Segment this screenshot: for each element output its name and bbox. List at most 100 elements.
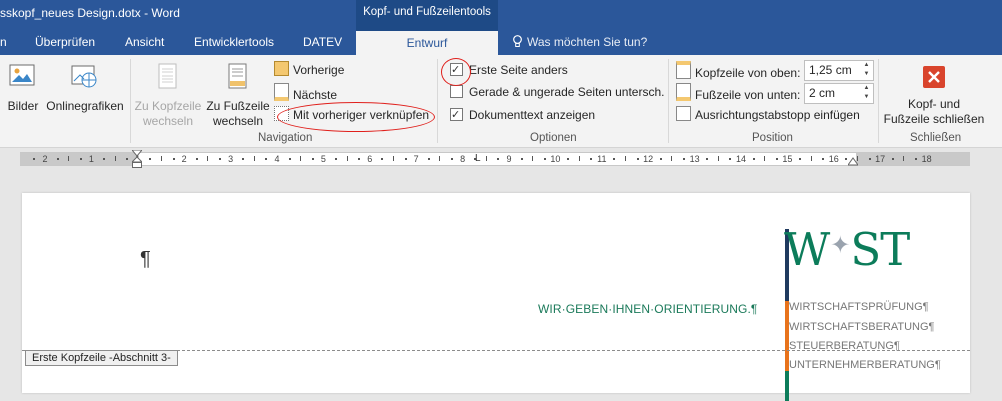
ruler-number: 15 <box>782 154 793 164</box>
ruler-tick <box>161 156 162 161</box>
checkbox-checked[interactable] <box>450 106 463 124</box>
next-section-icon <box>274 83 289 101</box>
header-from-top-spinner[interactable]: 1,25 cm ▲ ▼ <box>804 60 874 81</box>
ruler-left-margin <box>20 153 137 165</box>
company-logo: W✦ST <box>784 221 910 276</box>
next-button[interactable]: Nächste <box>274 83 337 102</box>
ruler-tick <box>636 158 639 160</box>
ruler-tick <box>543 158 546 160</box>
ruler-number: 9 <box>506 154 512 164</box>
ruler-tick <box>659 158 662 160</box>
header-from-top-value[interactable]: 1,25 cm <box>809 63 852 77</box>
tab-entwicklertools[interactable]: Entwicklertools <box>194 35 274 49</box>
logo-star-icon: ✦ <box>830 231 850 259</box>
options-group-label: Optionen <box>530 132 577 144</box>
goto-header-icon <box>158 63 177 89</box>
ruler-tick <box>799 158 801 160</box>
pictures-label: Bilder <box>7 99 39 113</box>
previous-button[interactable]: Vorherige <box>274 61 344 79</box>
ruler-tick <box>33 158 36 160</box>
close-group-label: Schließen <box>910 132 962 144</box>
ruler-number: 3 <box>228 154 234 164</box>
group-separator <box>878 59 879 143</box>
ruler-number: 2 <box>42 154 48 164</box>
ruler-tick <box>578 156 580 161</box>
header-from-top-label-row: Kopfzeile von oben: <box>676 61 801 80</box>
ruler-number: 12 <box>643 154 654 164</box>
close-header-footer-label-2: Fußzeile schließen <box>883 112 985 126</box>
ruler-tick <box>335 158 337 160</box>
pictures-button[interactable]: Bilder <box>4 63 42 114</box>
goto-footer-label-1: Zu Fußzeile <box>206 99 270 113</box>
document-page[interactable]: ¶ WIR·GEBEN·IHNEN·ORIENTIERUNG.¶ W✦ST WI… <box>22 193 970 401</box>
ruler-tick <box>451 158 453 160</box>
ruler-tick <box>300 156 302 161</box>
tab-stop-icon[interactable]: L <box>475 153 481 164</box>
footer-from-bottom-spinner[interactable]: 2 cm ▲ ▼ <box>804 83 874 104</box>
logo-text-left: W <box>784 223 830 276</box>
ruler-number: 17 <box>875 154 886 164</box>
position-group-label: Position <box>752 132 793 144</box>
ruler-number: 1 <box>88 154 94 164</box>
close-header-footer-button[interactable]: Kopf- und Fußzeile schließen <box>882 65 986 127</box>
ruler-tick <box>775 158 778 160</box>
footer-from-bottom-value[interactable]: 2 cm <box>809 86 835 100</box>
navigation-group-label: Navigation <box>258 132 313 144</box>
ruler-tick <box>427 158 430 160</box>
link-to-previous-button[interactable]: Mit vorheriger verknüpfen <box>274 106 429 124</box>
tab-entwurf[interactable]: Entwurf <box>356 31 498 55</box>
ruler-tick <box>567 158 569 160</box>
header-from-top-label: Kopfzeile von oben: <box>695 66 801 80</box>
ruler-tick <box>590 158 593 160</box>
ruler-tick <box>103 158 105 160</box>
context-tab-group-label: Kopf- und Fußzeilentools <box>363 6 491 18</box>
goto-footer-button[interactable]: Zu Fußzeile wechseln <box>205 63 271 129</box>
ruler-tick <box>613 158 616 160</box>
ruler-tick <box>903 156 905 161</box>
goto-header-label-1: Zu Kopfzeile <box>134 99 202 113</box>
ruler-tick <box>891 158 894 160</box>
tab-partial[interactable]: n <box>0 35 7 49</box>
header-section-tag: Erste Kopfzeile -Abschnitt 3- <box>25 350 178 366</box>
insert-alignment-tab-button[interactable]: Ausrichtungstabstopp einfügen <box>676 106 860 124</box>
goto-footer-icon <box>228 63 247 89</box>
ruler-tick <box>288 158 291 160</box>
ruler-tick <box>915 158 917 160</box>
spinner-arrows-icon[interactable]: ▲ ▼ <box>862 84 871 102</box>
ruler-number: 7 <box>413 154 419 164</box>
horizontal-ruler[interactable]: 21123456789101112131415161718 L <box>0 148 1002 168</box>
spinner-arrows-icon[interactable]: ▲ ▼ <box>862 61 871 79</box>
ruler-tick <box>207 156 209 161</box>
tab-datev[interactable]: DATEV <box>303 35 342 49</box>
right-indent-marker-icon[interactable] <box>848 157 858 166</box>
ruler-number: 6 <box>367 154 373 164</box>
indent-marker-icon[interactable] <box>132 150 142 168</box>
alignment-tab-icon <box>676 106 691 121</box>
ruler-tick <box>404 158 407 160</box>
goto-header-button[interactable]: Zu Kopfzeile wechseln <box>133 63 203 129</box>
checkbox-unchecked[interactable] <box>450 85 463 98</box>
ruler-tick <box>381 158 384 160</box>
ruler-tick <box>56 158 59 160</box>
first-page-different-checkbox[interactable]: Erste Seite anders <box>450 61 568 79</box>
ruler-tick <box>149 158 152 160</box>
ruler-tick <box>764 156 766 161</box>
odd-even-pages-checkbox[interactable]: Gerade & ungerade Seiten untersch. <box>450 83 664 101</box>
ruler-number: 18 <box>921 154 932 164</box>
link-to-previous-icon <box>274 106 289 121</box>
ribbon: Bilder Onlinegrafiken Zu Kopfzeile wechs… <box>0 55 1002 148</box>
show-document-text-checkbox[interactable]: Dokumenttext anzeigen <box>450 106 595 124</box>
footer-position-icon <box>676 83 691 101</box>
ruler-tick <box>729 158 732 160</box>
checkbox-checked[interactable] <box>450 61 463 79</box>
ruler-tick <box>822 158 825 160</box>
tab-ansicht[interactable]: Ansicht <box>125 35 164 49</box>
tell-me-text: Was möchten Sie tun? <box>527 35 648 49</box>
close-icon <box>923 66 945 88</box>
ruler-strip: 21123456789101112131415161718 <box>20 152 970 166</box>
ruler-tick <box>172 158 175 160</box>
tab-ueberpruefen[interactable]: Überprüfen <box>35 35 95 49</box>
tell-me-search[interactable]: Was möchten Sie tun? <box>512 35 647 49</box>
header-slogan[interactable]: WIR·GEBEN·IHNEN·ORIENTIERUNG.¶ <box>538 302 757 316</box>
online-pictures-button[interactable]: Onlinegrafiken <box>44 63 126 114</box>
